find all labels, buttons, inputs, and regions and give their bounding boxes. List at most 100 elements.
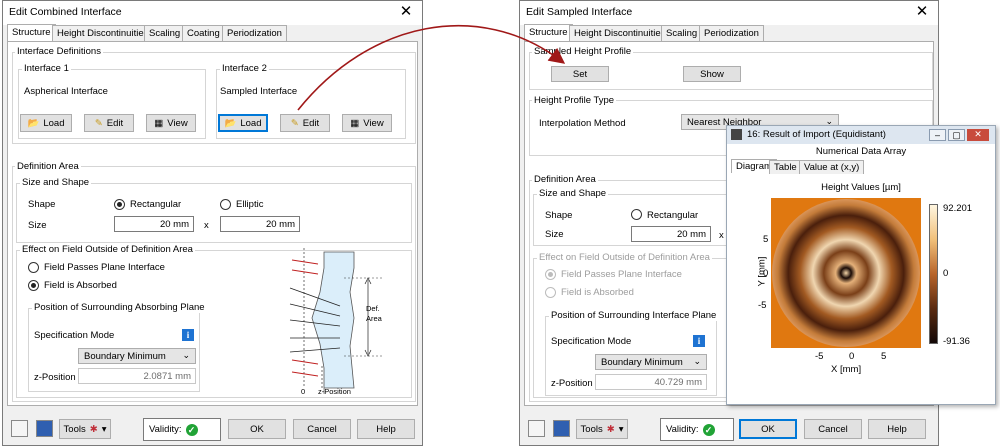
- catalog-icon[interactable]: [11, 420, 28, 437]
- chevron-down-icon: ▾: [618, 423, 624, 435]
- field-absorbed-radio[interactable]: [28, 280, 39, 291]
- rectangular-label: Rectangular: [130, 199, 182, 210]
- surrounding-plane-label: Position of Surrounding Absorbing Plane: [32, 302, 207, 313]
- tab-value-at[interactable]: Value at (x,y): [799, 160, 865, 174]
- size-label: Size: [28, 220, 47, 231]
- effect-group-label: Effect on Field Outside of Definition Ar…: [537, 252, 712, 263]
- tab-height-discontinuities[interactable]: Height Discontinuities: [569, 25, 671, 41]
- folder-icon: 📂: [27, 117, 40, 129]
- help-button[interactable]: Help: [357, 419, 415, 439]
- set-button[interactable]: Set: [551, 66, 609, 82]
- interface2-load-button[interactable]: 📂 Load: [218, 114, 268, 132]
- pencil-icon: ✎: [290, 117, 299, 129]
- interface1-view-button[interactable]: ▦ View: [146, 114, 196, 132]
- size-x-field[interactable]: 20 mm: [631, 226, 711, 242]
- interface2-edit-button[interactable]: ✎ Edit: [280, 114, 330, 132]
- valid-check-icon: ✓: [702, 423, 715, 436]
- valid-check-icon: ✓: [185, 423, 198, 436]
- import-result-window: 16: Result of Import (Equidistant) – ▢ ✕…: [726, 125, 996, 405]
- rectangular-radio[interactable]: [631, 209, 642, 220]
- size-shape-label: Size and Shape: [537, 188, 609, 199]
- plot-title: Height Values [µm]: [821, 182, 901, 193]
- cancel-button[interactable]: Cancel: [293, 419, 351, 439]
- info-icon[interactable]: i: [182, 329, 194, 341]
- ok-button[interactable]: OK: [739, 419, 797, 439]
- tab-structure[interactable]: Structure: [524, 24, 573, 41]
- maximize-icon[interactable]: ▢: [948, 129, 965, 141]
- help-button[interactable]: Help: [868, 419, 926, 439]
- field-absorbed-label: Field is Absorbed: [561, 287, 634, 298]
- elliptic-radio[interactable]: [220, 199, 231, 210]
- pencil-icon: ✎: [94, 117, 103, 129]
- show-button[interactable]: Show: [683, 66, 741, 82]
- tab-periodization[interactable]: Periodization: [699, 25, 764, 41]
- ok-button[interactable]: OK: [228, 419, 286, 439]
- field-passes-label: Field Passes Plane Interface: [44, 262, 165, 273]
- zpos-field[interactable]: 2.0871 mm: [78, 368, 196, 384]
- shape-label: Shape: [28, 199, 56, 210]
- close-icon[interactable]: ✕: [967, 129, 989, 141]
- colorbar-min: -91.36: [943, 336, 970, 347]
- title-bar: Edit Combined Interface ✕: [3, 1, 422, 25]
- diagram-zpos-label: z-Position: [318, 387, 351, 396]
- interface1-edit-button[interactable]: ✎ Edit: [84, 114, 134, 132]
- spec-mode-select[interactable]: Boundary Minimum ⌄: [595, 354, 707, 370]
- field-passes-radio[interactable]: [545, 269, 556, 280]
- interface1-name: Aspherical Interface: [24, 86, 108, 97]
- save-icon[interactable]: [36, 420, 53, 437]
- tab-scaling[interactable]: Scaling: [144, 25, 186, 41]
- interface2-label: Interface 2: [220, 63, 269, 74]
- tools-button[interactable]: Tools ✱ ▾: [576, 419, 628, 439]
- tab-height-discontinuities[interactable]: Height Discontinuities: [52, 25, 154, 41]
- x-axis-label: X [mm]: [831, 364, 862, 375]
- validity-indicator: Validity: ✓: [143, 418, 221, 441]
- size-y-field[interactable]: 20 mm: [220, 216, 300, 232]
- interface1-load-button[interactable]: 📂 Load: [20, 114, 72, 132]
- diagram-zero-label: 0: [301, 387, 306, 396]
- size-x-field[interactable]: 20 mm: [114, 216, 194, 232]
- interface-definitions-label: Interface Definitions: [15, 46, 103, 57]
- title-bar: Edit Sampled Interface ✕: [520, 1, 938, 25]
- spec-mode-label: Specification Mode: [551, 336, 632, 347]
- dialog-title: Edit Combined Interface: [9, 6, 122, 18]
- close-icon[interactable]: ✕: [913, 3, 931, 21]
- tab-table[interactable]: Table: [769, 160, 802, 174]
- shape-label: Shape: [545, 210, 573, 221]
- field-passes-radio[interactable]: [28, 262, 39, 273]
- rectangular-radio[interactable]: [114, 199, 125, 210]
- minimize-icon[interactable]: –: [929, 129, 946, 141]
- cancel-button[interactable]: Cancel: [804, 419, 862, 439]
- tools-button[interactable]: Tools ✱ ▾: [59, 419, 111, 439]
- catalog-icon[interactable]: [528, 420, 545, 437]
- field-absorbed-radio[interactable]: [545, 287, 556, 298]
- info-icon[interactable]: i: [693, 335, 705, 347]
- field-passes-label: Field Passes Plane Interface: [561, 269, 682, 280]
- colorbar-zero: 0: [943, 268, 949, 279]
- popup-app-icon: [731, 129, 742, 140]
- structure-panel: Interface Definitions Interface 1 Aspher…: [7, 41, 418, 406]
- spec-mode-select[interactable]: Boundary Minimum ⌄: [78, 348, 196, 364]
- save-icon[interactable]: [553, 420, 570, 437]
- y-tick-neg5: -5: [758, 300, 767, 311]
- interface1-label: Interface 1: [22, 63, 71, 74]
- tab-scaling[interactable]: Scaling: [661, 25, 703, 41]
- tab-periodization[interactable]: Periodization: [222, 25, 287, 41]
- zpos-field[interactable]: 40.729 mm: [595, 374, 707, 390]
- sampled-height-profile-label: Sampled Height Profile: [532, 46, 634, 57]
- tab-coating[interactable]: Coating: [182, 25, 225, 41]
- popup-title: 16: Result of Import (Equidistant): [747, 129, 886, 140]
- view-icon: ▦: [154, 117, 164, 129]
- chevron-down-icon: ▾: [101, 423, 107, 435]
- colorbar-max: 92.201: [943, 203, 973, 214]
- x-tick-5: 5: [881, 351, 887, 362]
- close-icon[interactable]: ✕: [397, 3, 415, 21]
- field-absorbed-label: Field is Absorbed: [44, 280, 117, 291]
- definition-area-label: Definition Area: [15, 161, 81, 172]
- height-profile-type-label: Height Profile Type: [532, 95, 617, 106]
- definition-area-label: Definition Area: [532, 174, 598, 185]
- interface2-view-button[interactable]: ▦ View: [342, 114, 392, 132]
- tab-structure[interactable]: Structure: [7, 24, 56, 41]
- zpos-label: z-Position: [551, 378, 593, 389]
- interface2-name: Sampled Interface: [220, 86, 298, 97]
- size-label: Size: [545, 229, 564, 240]
